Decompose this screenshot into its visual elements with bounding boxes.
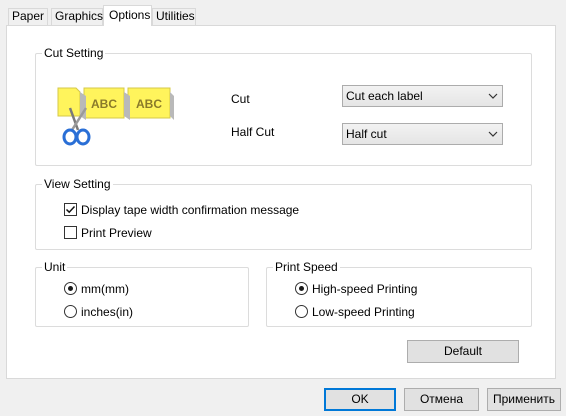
- print-preview-checkbox[interactable]: [64, 226, 77, 239]
- half-cut-select-value: Half cut: [346, 127, 387, 141]
- cut-select-value: Cut each label: [346, 89, 423, 103]
- tab-options[interactable]: Options: [103, 5, 152, 26]
- unit-legend: Unit: [42, 260, 68, 274]
- low-speed-radio[interactable]: [295, 305, 308, 318]
- checkmark-icon: [65, 205, 76, 214]
- unit-mm-radio[interactable]: [64, 282, 77, 295]
- high-speed-label[interactable]: High-speed Printing: [312, 282, 417, 296]
- tape-label-text-2: ABC: [136, 97, 162, 111]
- cut-label: Cut: [231, 92, 250, 106]
- unit-inches-radio[interactable]: [64, 305, 77, 318]
- tab-paper[interactable]: Paper: [8, 8, 48, 25]
- radio-selected-dot: [299, 286, 304, 291]
- view-setting-group: View Setting: [35, 177, 532, 250]
- half-cut-select[interactable]: Half cut: [342, 123, 503, 145]
- tab-graphics[interactable]: Graphics: [51, 8, 103, 25]
- cut-illustration: ABC ABC: [57, 87, 174, 146]
- print-preview-label[interactable]: Print Preview: [81, 226, 152, 240]
- unit-inches-label[interactable]: inches(in): [81, 305, 133, 319]
- radio-selected-dot: [68, 286, 73, 291]
- low-speed-label[interactable]: Low-speed Printing: [312, 305, 415, 319]
- cancel-button[interactable]: Отмена: [404, 388, 479, 411]
- display-tape-width-checkbox[interactable]: [64, 203, 77, 216]
- tape-label-text-1: ABC: [91, 97, 117, 111]
- apply-button[interactable]: Применить: [487, 388, 561, 411]
- print-speed-legend: Print Speed: [273, 260, 340, 274]
- chevron-down-icon: [488, 131, 498, 137]
- printer-options-dialog: Paper Graphics Options Utilities Cut Set…: [0, 0, 566, 416]
- chevron-down-icon: [488, 93, 498, 99]
- half-cut-label: Half Cut: [231, 125, 275, 139]
- options-tab-page: Cut Setting ABC ABC Cut Cut each label H…: [6, 25, 556, 379]
- ok-button[interactable]: OK: [324, 388, 396, 411]
- high-speed-radio[interactable]: [295, 282, 308, 295]
- tab-utilities[interactable]: Utilities: [152, 8, 196, 25]
- unit-mm-label[interactable]: mm(mm): [81, 282, 129, 296]
- display-tape-width-label[interactable]: Display tape width confirmation message: [81, 203, 299, 217]
- cut-select[interactable]: Cut each label: [342, 85, 503, 107]
- unit-group: Unit: [35, 260, 249, 327]
- cut-setting-legend: Cut Setting: [42, 46, 106, 60]
- view-setting-legend: View Setting: [42, 177, 113, 191]
- default-button[interactable]: Default: [407, 340, 519, 363]
